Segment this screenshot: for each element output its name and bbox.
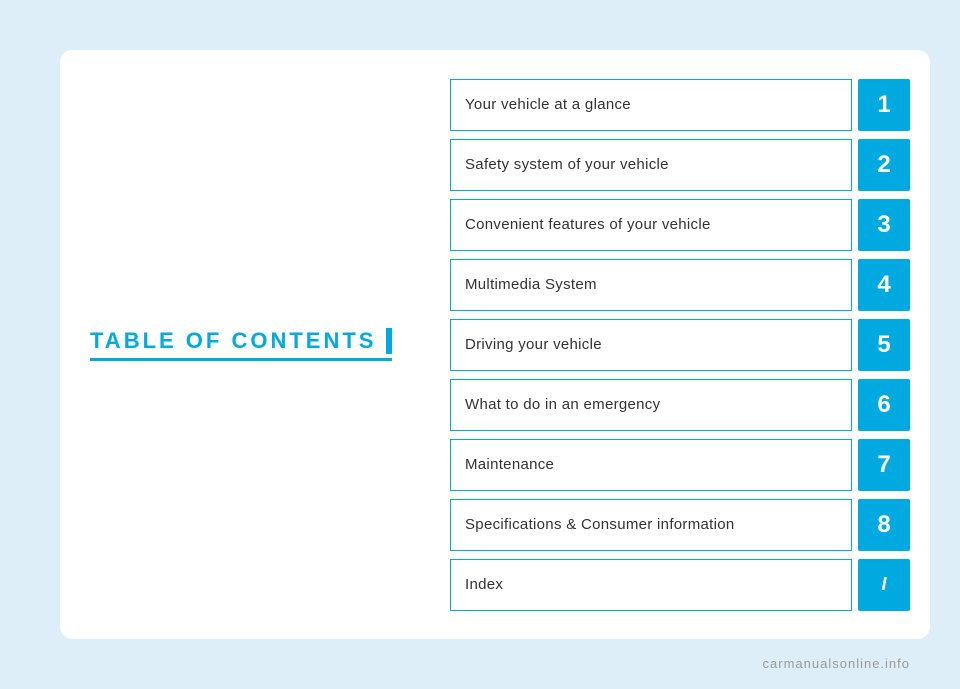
toc-item-label: Multimedia System [450, 259, 852, 311]
right-section: Your vehicle at a glance1Safety system o… [440, 59, 930, 631]
toc-item-label: Maintenance [450, 439, 852, 491]
toc-item-label: Index [450, 559, 852, 611]
toc-item-number: 6 [858, 379, 910, 431]
toc-item-label: Safety system of your vehicle [450, 139, 852, 191]
toc-item-number: 4 [858, 259, 910, 311]
toc-item-number: 5 [858, 319, 910, 371]
toc-title: TABLE OF CONTENTS [90, 328, 392, 361]
toc-item-label: Your vehicle at a glance [450, 79, 852, 131]
toc-item-label: What to do in an emergency [450, 379, 852, 431]
toc-item[interactable]: Multimedia System4 [450, 259, 910, 311]
toc-title-text: TABLE OF CONTENTS [90, 328, 376, 354]
toc-item[interactable]: Your vehicle at a glance1 [450, 79, 910, 131]
left-section: TABLE OF CONTENTS [60, 50, 440, 639]
toc-item-number: 8 [858, 499, 910, 551]
toc-item[interactable]: Specifications & Consumer information8 [450, 499, 910, 551]
watermark: carmanualsonline.info [763, 656, 910, 671]
toc-item[interactable]: Maintenance7 [450, 439, 910, 491]
toc-item-number: 2 [858, 139, 910, 191]
toc-item-label: Driving your vehicle [450, 319, 852, 371]
toc-item-number: 3 [858, 199, 910, 251]
toc-item-number: I [858, 559, 910, 611]
toc-item[interactable]: Driving your vehicle5 [450, 319, 910, 371]
toc-item[interactable]: IndexI [450, 559, 910, 611]
toc-item-label: Specifications & Consumer information [450, 499, 852, 551]
toc-item[interactable]: Safety system of your vehicle2 [450, 139, 910, 191]
main-card: TABLE OF CONTENTS Your vehicle at a glan… [60, 50, 930, 639]
toc-item-number: 7 [858, 439, 910, 491]
toc-item-number: 1 [858, 79, 910, 131]
toc-item[interactable]: Convenient features of your vehicle3 [450, 199, 910, 251]
toc-title-bar [386, 328, 392, 354]
toc-item[interactable]: What to do in an emergency6 [450, 379, 910, 431]
toc-item-label: Convenient features of your vehicle [450, 199, 852, 251]
